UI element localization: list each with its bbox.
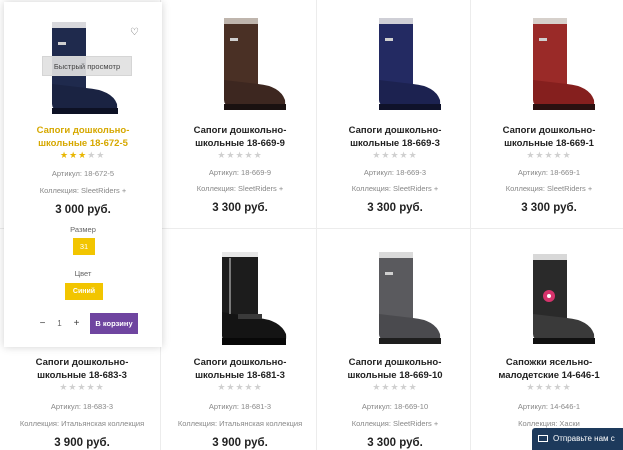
product-card[interactable]: Сапоги дошкольно-школьные 18-681-3 ★★★★★… — [162, 230, 318, 450]
product-collection[interactable]: Коллекция: Итальянская коллекция — [4, 419, 160, 428]
product-card[interactable]: Сапоги дошкольно-школьные 18-669-1 ★★★★★… — [471, 0, 623, 228]
quantity-value[interactable]: 1 — [51, 315, 68, 333]
product-article: Артикул: 18-669-9 — [208, 168, 272, 177]
product-card[interactable]: Сапожки ясельно-малодетские 14-646-1 ★★★… — [471, 230, 623, 450]
size-label: Размер — [70, 225, 96, 234]
boot-image[interactable] — [499, 10, 599, 115]
boot-image[interactable] — [190, 244, 290, 349]
product-article: Артикул: 18-683-3 — [50, 402, 114, 411]
chat-widget-button[interactable]: Отправьте нам с — [532, 428, 623, 450]
color-label: Цвет — [74, 269, 92, 278]
product-article: Артикул: 18-681-3 — [208, 402, 272, 411]
product-card-hovered[interactable]: ♡ Быстрый просмотр Сапоги дошкольно-школ… — [4, 2, 162, 347]
product-title-line[interactable]: Сапоги дошкольно- — [4, 356, 160, 369]
product-article: Артикул: 14-646-1 — [517, 402, 581, 411]
product-title[interactable]: Сапожки ясельно-малодетские 14-646-1 — [471, 356, 623, 382]
product-collection[interactable]: Коллекция: SleetRiders + — [162, 184, 318, 193]
chat-label: Отправьте нам с — [553, 434, 615, 443]
size-option-button[interactable]: 31 — [73, 238, 95, 255]
rating-stars: ★★★★★ — [372, 382, 418, 392]
product-price: 3 300 руб. — [212, 202, 268, 214]
product-title[interactable]: Сапоги дошкольно-школьные 18-683-3 — [4, 356, 160, 382]
product-title[interactable]: Сапоги дошкольно-школьные 18-681-3 — [162, 356, 318, 382]
product-title-line[interactable]: школьные 18-669-10 — [317, 369, 473, 382]
rating-stars: ★★★★★ — [526, 150, 572, 160]
product-title-line[interactable]: школьные 18-669-1 — [471, 137, 623, 150]
product-title-line[interactable]: школьные 18-669-9 — [162, 137, 318, 150]
product-collection[interactable]: Коллекция: Итальянская коллекция — [162, 419, 318, 428]
star-filled-icon: ★★★ — [60, 150, 88, 160]
product-title[interactable]: Сапоги дошкольно-школьные 18-669-10 — [317, 356, 473, 382]
product-title[interactable]: Сапоги дошкольно-школьные 18-669-3 — [317, 124, 473, 150]
product-title[interactable]: Сапоги дошкольно-школьные 18-669-9 — [162, 124, 318, 150]
boot-image[interactable] — [345, 10, 445, 115]
rating-stars: ★★★★★ — [217, 382, 263, 392]
product-title-line[interactable]: школьные 18-681-3 — [162, 369, 318, 382]
rating-stars: ★★★★★ — [372, 150, 418, 160]
rating-stars: ★★★★★ — [60, 150, 106, 160]
add-to-cart-button[interactable]: В корзину — [90, 313, 138, 334]
product-title-line[interactable]: малодетские 14-646-1 — [471, 369, 623, 382]
product-collection[interactable]: Коллекция: SleetRiders + — [471, 184, 623, 193]
boot-image[interactable] — [345, 244, 445, 349]
product-card[interactable]: Сапоги дошкольно-школьные 18-669-3 ★★★★★… — [317, 0, 473, 228]
product-card[interactable]: Сапоги дошкольно-школьные 18-669-9 ★★★★★… — [162, 0, 318, 228]
product-title-line[interactable]: школьные 18-672-5 — [4, 137, 162, 150]
product-title-line[interactable]: Сапожки ясельно- — [471, 356, 623, 369]
product-article: Артикул: 18-669-10 — [361, 402, 429, 411]
product-title-line[interactable]: Сапоги дошкольно- — [317, 124, 473, 137]
rating-stars: ★★★★★ — [217, 150, 263, 160]
product-price: 3 000 руб. — [55, 204, 111, 216]
envelope-icon — [538, 435, 548, 443]
product-grid: Сапоги дошкольно-школьные 18-669-9 ★★★★★… — [0, 0, 623, 450]
product-title-line[interactable]: Сапоги дошкольно- — [471, 124, 623, 137]
product-title-line[interactable]: школьные 18-683-3 — [4, 369, 160, 382]
product-title[interactable]: Сапоги дошкольно-школьные 18-669-1 — [471, 124, 623, 150]
product-collection[interactable]: Коллекция: SleetRiders + — [4, 186, 162, 195]
boot-image[interactable] — [190, 10, 290, 115]
quick-view-button[interactable]: Быстрый просмотр — [42, 56, 132, 76]
product-title-line[interactable]: Сапоги дошкольно- — [162, 356, 318, 369]
product-card[interactable]: Сапоги дошкольно-школьные 18-669-10 ★★★★… — [317, 230, 473, 450]
product-collection[interactable]: Коллекция: Хаски — [471, 419, 623, 428]
product-title[interactable]: Сапоги дошкольно-школьные 18-672-5 — [4, 124, 162, 150]
quantity-stepper[interactable]: − 1 + — [34, 315, 85, 333]
product-price: 3 300 руб. — [367, 202, 423, 214]
minus-button[interactable]: − — [34, 315, 51, 333]
product-article: Артикул: 18-672-5 — [51, 169, 115, 178]
product-price: 3 900 руб. — [212, 437, 268, 449]
product-price: 3 900 руб. — [54, 437, 110, 449]
product-price: 3 300 руб. — [367, 437, 423, 449]
product-title-line[interactable]: Сапоги дошкольно- — [4, 124, 162, 137]
product-article: Артикул: 18-669-3 — [363, 168, 427, 177]
product-collection[interactable]: Коллекция: SleetRiders + — [317, 184, 473, 193]
product-title-line[interactable]: Сапоги дошкольно- — [162, 124, 318, 137]
product-article: Артикул: 18-669-1 — [517, 168, 581, 177]
rating-stars: ★★★★★ — [526, 382, 572, 392]
product-title-line[interactable]: Сапоги дошкольно- — [317, 356, 473, 369]
product-title-line[interactable]: школьные 18-669-3 — [317, 137, 473, 150]
plus-button[interactable]: + — [68, 315, 85, 333]
color-option-button[interactable]: Синий — [65, 283, 103, 300]
boot-image[interactable] — [499, 244, 599, 349]
product-price: 3 300 руб. — [521, 202, 577, 214]
heart-icon[interactable]: ♡ — [130, 27, 139, 38]
product-collection[interactable]: Коллекция: SleetRiders + — [317, 419, 473, 428]
rating-stars: ★★★★★ — [59, 382, 105, 392]
